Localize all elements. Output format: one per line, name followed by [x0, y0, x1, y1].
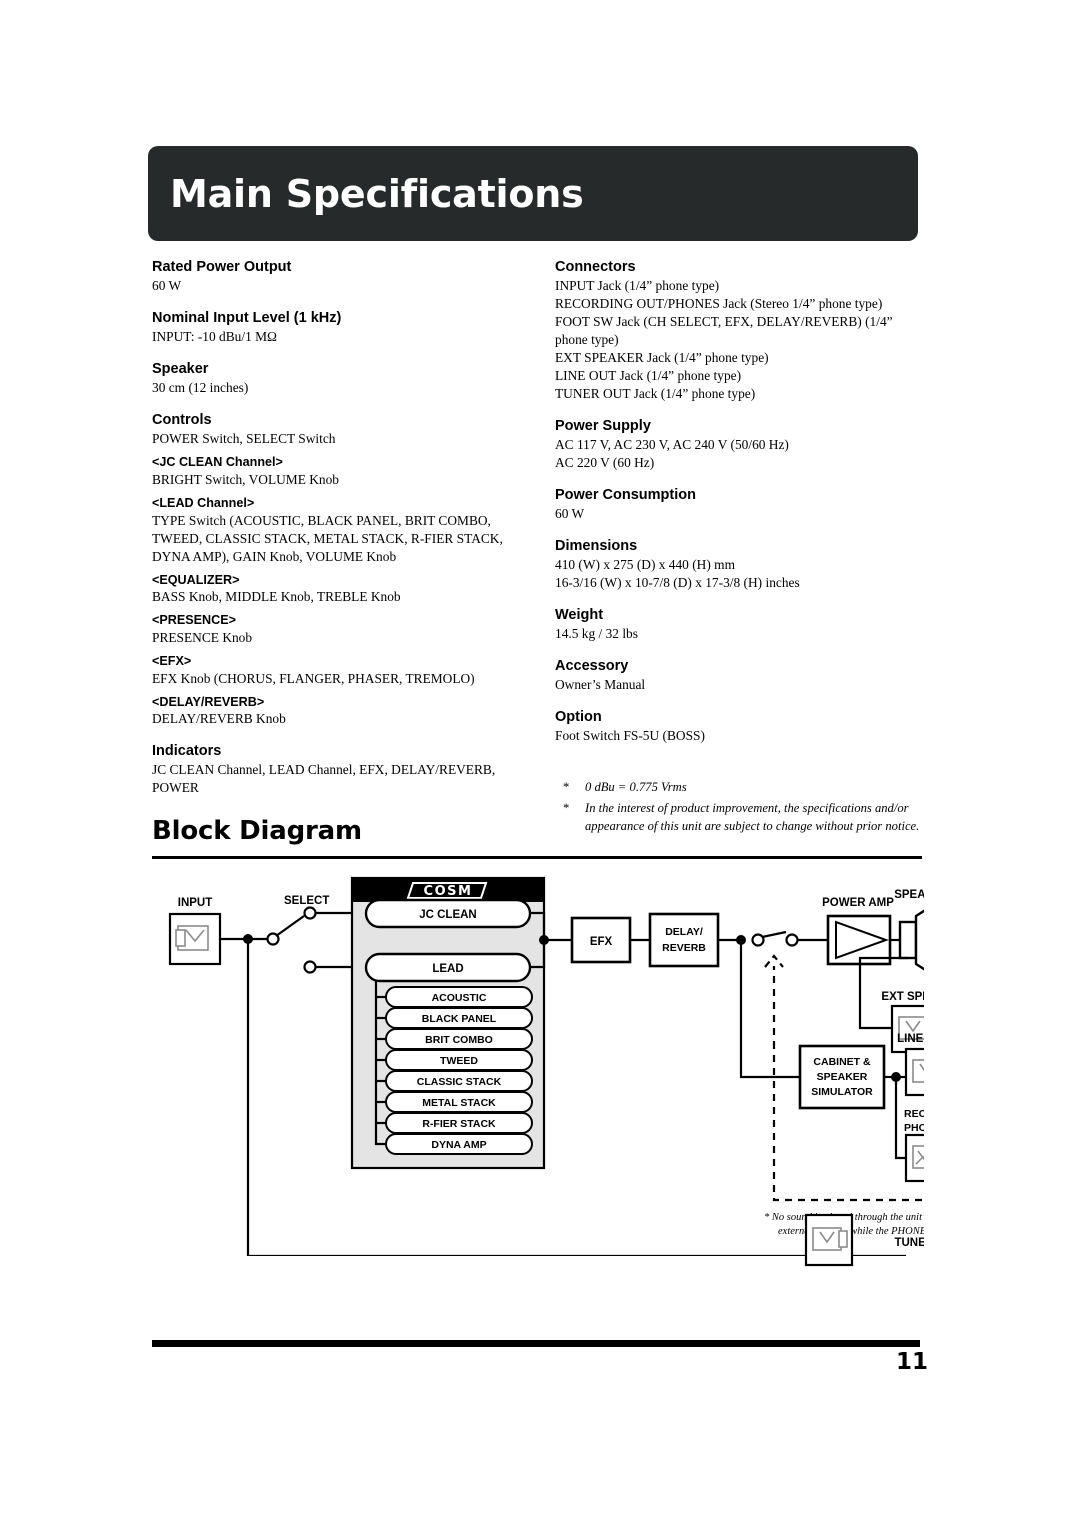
speaker-icon: [898, 909, 924, 971]
spec-value: JC CLEAN Channel, LEAD Channel, EFX, DEL…: [152, 762, 496, 796]
amp-type-label-1: BLACK PANEL: [422, 1013, 497, 1025]
spec-heading: Dimensions: [555, 537, 638, 554]
delay-reverb-block: [648, 912, 720, 968]
lead-label: LEAD: [432, 963, 463, 975]
speaker-label: SPEAKER: [894, 889, 924, 901]
power-amp-label: POWER AMP: [822, 897, 894, 909]
spec-subheading: <EFX>: [152, 653, 192, 668]
delay-reverb-label-2: REVERB: [662, 942, 706, 954]
spec-value: POWER Switch, SELECT Switch: [152, 431, 336, 447]
page-title: Main Specifications: [170, 171, 584, 216]
page-title-banner: Main Specifications: [148, 146, 918, 241]
block-diagram-heading: Block Diagram: [152, 816, 362, 846]
spec-value: TYPE Switch (ACOUSTIC, BLACK PANEL, BRIT…: [152, 512, 503, 564]
tuner-out-label: TUNER OUT: [894, 1237, 924, 1249]
block-diagram-rule: [152, 856, 922, 859]
wire-node-to-cabinet: [739, 940, 800, 1079]
footnote-asterisk: *: [563, 780, 570, 795]
footnote-asterisk: *: [563, 801, 570, 816]
amp-type-label-6: R-FIER STACK: [422, 1118, 496, 1130]
cosm-logo-text: COSM: [424, 884, 473, 899]
amp-type-label-7: DYNA AMP: [431, 1139, 486, 1151]
spec-value: 30 cm (12 inches): [152, 380, 249, 396]
spec-value: INPUT Jack (1/4” phone type): [555, 278, 720, 294]
jc-clean-label: JC CLEAN: [419, 909, 477, 921]
spec-value: BRIGHT Switch, VOLUME Knob: [152, 472, 339, 488]
select-contact-lead: [303, 960, 317, 974]
spec-value: FOOT SW Jack (CH SELECT, EFX, DELAY/REVE…: [555, 314, 893, 347]
spec-value: AC 117 V, AC 230 V, AC 240 V (50/60 Hz): [555, 436, 789, 452]
spec-value: AC 220 V (60 Hz): [555, 454, 655, 470]
spec-heading: Option: [555, 709, 602, 726]
spec-value: Foot Switch FS-5U (BOSS): [555, 728, 705, 744]
spec-subheading: <JC CLEAN Channel>: [152, 455, 283, 470]
spec-heading: Controls: [152, 412, 212, 429]
speaker-mute-switch-contact: [785, 933, 799, 947]
specs-right-column: Connectors INPUT Jack (1/4” phone type) RE…: [555, 258, 927, 839]
input-label: INPUT: [178, 897, 213, 909]
spec-value: LINE OUT Jack (1/4” phone type): [555, 367, 742, 383]
block-diagram: .ln{stroke:#000;stroke-width:2.2;fill:no…: [152, 866, 924, 1256]
spec-value: 60 W: [152, 278, 182, 294]
manual-page: Main Specifications Rated Power Output 60…: [0, 0, 1080, 1528]
spec-value: EFX Knob (CHORUS, FLANGER, PHASER, TREMO…: [152, 670, 475, 686]
footer-rule: [152, 1340, 920, 1347]
amp-type-label-0: ACOUSTIC: [432, 992, 487, 1004]
spec-value: 14.5 kg / 32 lbs: [555, 626, 638, 642]
speaker-mute-switch-blade: [761, 930, 787, 939]
spec-heading: Speaker: [152, 361, 209, 378]
spec-heading: Nominal Input Level (1 kHz): [152, 310, 342, 327]
phones-interlock-arrow: [764, 954, 784, 968]
spec-footnote: * In the interest of product improvement,…: [563, 801, 920, 833]
cabinet-label-1: CABINET &: [813, 1056, 871, 1068]
amp-type-label-4: CLASSIC STACK: [417, 1076, 502, 1088]
block-diagram-svg: .ln{stroke:#000;stroke-width:2.2;fill:no…: [168, 876, 924, 1256]
spec-value: TUNER OUT Jack (1/4” phone type): [555, 385, 756, 401]
spec-subheading: <DELAY/REVERB>: [152, 694, 265, 709]
efx-label: EFX: [590, 936, 613, 948]
diagram-note-line-2: external speaker while the PHONES jack i…: [778, 1226, 924, 1237]
spec-heading: Weight: [555, 606, 604, 623]
spec-subheading: <LEAD Channel>: [152, 496, 255, 510]
amp-type-list: ACOUSTIC BLACK PANEL BRIT COMBO TWEED CL…: [385, 986, 533, 1155]
line-out-label: LINE OUT: [897, 1033, 924, 1045]
spec-value: BASS Knob, MIDDLE Knob, TREBLE Knob: [152, 589, 401, 605]
spec-heading: Accessory: [555, 658, 629, 675]
select-contact-jc-clean: [303, 906, 317, 920]
spec-subheading: <EQUALIZER>: [152, 572, 240, 587]
cabinet-label-3: SIMULATOR: [811, 1086, 873, 1098]
spec-value: 60 W: [555, 505, 585, 521]
spec-heading: Power Consumption: [555, 486, 696, 503]
spec-value: RECORDING OUT/PHONES Jack (Stereo 1/4” p…: [555, 296, 883, 312]
specs-left-column: Rated Power Output 60 W Nominal Input Leve…: [152, 258, 542, 797]
spec-value: 16-3/16 (W) x 10-7/8 (D) x 17-3/8 (H) in…: [555, 574, 800, 590]
specs-footnotes: * 0 dBu = 0.775 Vrms * In the interest of p…: [555, 779, 927, 836]
spec-value: EXT SPEAKER Jack (1/4” phone type): [555, 349, 769, 365]
spec-heading: Rated Power Output: [152, 259, 292, 275]
spec-heading: Power Supply: [555, 417, 651, 434]
spec-value: PRESENCE Knob: [152, 630, 253, 646]
recording-out-label-2: PHONES: [904, 1122, 924, 1134]
delay-reverb-label-1: DELAY/: [665, 926, 703, 938]
diagram-note-line-1: * No sound is played through the unit’s …: [764, 1212, 924, 1223]
select-switch-blade: [275, 915, 305, 937]
page-number: 11: [895, 1349, 928, 1375]
spec-value: DELAY/REVERB Knob: [152, 711, 286, 727]
spec-subheading: <PRESENCE>: [152, 613, 236, 628]
spec-value: 410 (W) x 275 (D) x 440 (H) mm: [555, 557, 735, 573]
spec-heading: Connectors: [555, 259, 636, 275]
ext-speaker-label: EXT SPEAKER: [881, 991, 924, 1003]
select-label: SELECT: [284, 895, 329, 907]
recording-out-label-1: RECORDING OUT/: [904, 1108, 924, 1120]
spec-heading: Indicators: [152, 743, 222, 760]
amp-type-label-2: BRIT COMBO: [425, 1034, 493, 1046]
amp-type-label-3: TWEED: [440, 1055, 478, 1067]
spec-value: INPUT: -10 dBu/1 MΩ: [152, 329, 277, 345]
spec-footnote: * 0 dBu = 0.775 Vrms: [555, 779, 927, 797]
spec-value: Owner’s Manual: [555, 677, 646, 693]
amp-type-label-5: METAL STACK: [422, 1097, 496, 1109]
cabinet-label-2: SPEAKER: [817, 1071, 868, 1083]
